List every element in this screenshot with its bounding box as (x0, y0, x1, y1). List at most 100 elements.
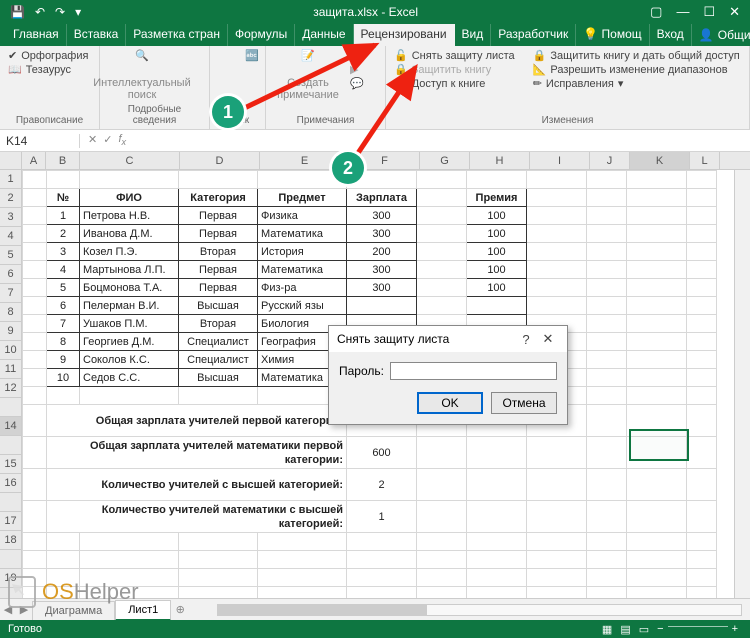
watermark: OSHelper (8, 576, 139, 608)
add-sheet-button[interactable]: ⊕ (171, 603, 189, 616)
column-headers: ABCDEFGHIJKL (0, 152, 750, 170)
new-comment-button[interactable]: 📝 Создать примечание (272, 49, 344, 101)
tab-developer[interactable]: Разработчик (491, 24, 576, 46)
row-header[interactable]: 10 (0, 341, 22, 360)
row-header[interactable] (0, 493, 22, 512)
zoom-slider[interactable] (668, 626, 728, 627)
tab-view[interactable]: Вид (455, 24, 492, 46)
ok-button[interactable]: OK (417, 392, 483, 414)
col-header-J[interactable]: J (590, 152, 630, 169)
protect-share-button[interactable]: 🔒 Защитить книгу и дать общий доступ (531, 49, 742, 62)
row-header[interactable]: 15 (0, 455, 22, 474)
row-header[interactable] (0, 398, 22, 417)
thesaurus-button[interactable]: 📖 Тезаурус (6, 63, 93, 76)
tab-review[interactable]: Рецензировани (354, 24, 455, 46)
dialog-help-icon[interactable]: ? (515, 332, 537, 347)
ribbon-tabs: Главная Вставка Разметка стран Формулы Д… (0, 24, 750, 46)
quick-access-toolbar: 💾 ↶ ↷ ▾ (0, 5, 81, 19)
dialog-close-icon[interactable]: ✕ (537, 331, 559, 347)
row-header[interactable]: 5 (0, 246, 22, 265)
tab-home[interactable]: Главная (6, 24, 67, 46)
vertical-scrollbar[interactable] (734, 170, 750, 612)
zoom-in-icon[interactable]: + (728, 623, 742, 635)
password-label: Пароль: (339, 364, 384, 378)
password-input[interactable] (390, 362, 557, 380)
tab-data[interactable]: Данные (295, 24, 353, 46)
redo-icon[interactable]: ↷ (55, 5, 65, 19)
col-header-K[interactable]: K (630, 152, 690, 169)
tell-me[interactable]: 💡 Помощ (576, 24, 649, 46)
tab-formulas[interactable]: Формулы (228, 24, 295, 46)
group-changes: 🔓 Снять защиту листа 🔒 Защитить книгу 👥 … (386, 46, 750, 129)
tab-insert[interactable]: Вставка (67, 24, 127, 46)
next-comment-button: ▶ (348, 63, 366, 76)
close-icon[interactable]: ✕ (729, 4, 740, 20)
prev-comment-button: ◀ (348, 49, 366, 62)
col-header-L[interactable]: L (690, 152, 720, 169)
protect-workbook-button[interactable]: 🔒 Защитить книгу (392, 63, 517, 76)
row-header[interactable]: 18 (0, 531, 22, 550)
col-header-C[interactable]: C (80, 152, 180, 169)
view-normal-icon[interactable]: ▦ (598, 623, 616, 636)
col-header-I[interactable]: I (530, 152, 590, 169)
share-button[interactable]: 👤 Общий доступ (692, 24, 750, 46)
track-changes-button[interactable]: ✏ Исправления ▾ (531, 77, 742, 90)
zoom-out-icon[interactable]: − (653, 623, 667, 635)
group-comments: 📝 Создать примечание ◀ ▶ 💬 Примечания (266, 46, 386, 129)
window-controls: ▢ — ☐ ✕ (650, 4, 750, 20)
row-header[interactable]: 2 (0, 189, 22, 208)
row-header[interactable] (0, 550, 22, 569)
new-comment-icon: 📝 (294, 49, 322, 77)
group-insights: 🔍 Интеллектуальный поиск Подробные сведе… (100, 46, 210, 129)
allow-edit-ranges-button: 📐 Разрешить изменение диапазонов (531, 63, 742, 76)
row-header[interactable]: 8 (0, 303, 22, 322)
name-box[interactable]: K14 (0, 134, 80, 148)
unprotect-sheet-button[interactable]: 🔓 Снять защиту листа (392, 49, 517, 62)
share-workbook-button[interactable]: 👥 Доступ к книге (392, 77, 517, 90)
group-proofing: ✔ Орфография 📖 Тезаурус Правописание (0, 46, 100, 129)
row-header[interactable]: 7 (0, 284, 22, 303)
minimize-icon[interactable]: — (676, 4, 689, 20)
group-title-comments: Примечания (272, 115, 379, 126)
col-header-D[interactable]: D (180, 152, 260, 169)
row-headers: 123456789101112141516171819 (0, 170, 22, 605)
show-comments-button: 💬 (348, 77, 366, 90)
row-header[interactable]: 12 (0, 379, 22, 398)
row-header[interactable]: 9 (0, 322, 22, 341)
col-header-A[interactable]: A (22, 152, 46, 169)
unprotect-sheet-dialog: Снять защиту листа ? ✕ Пароль: OK Отмена (328, 325, 568, 425)
tab-layout[interactable]: Разметка стран (126, 24, 228, 46)
save-icon[interactable]: 💾 (10, 5, 25, 19)
spelling-button[interactable]: ✔ Орфография (6, 49, 93, 62)
row-header[interactable]: 4 (0, 227, 22, 246)
ribbon: ✔ Орфография 📖 Тезаурус Правописание 🔍 И… (0, 46, 750, 130)
row-header[interactable]: 3 (0, 208, 22, 227)
ribbon-options-icon[interactable]: ▢ (650, 4, 662, 20)
horizontal-scrollbar[interactable] (217, 604, 742, 616)
select-all-corner[interactable] (0, 152, 22, 169)
view-pagebreak-icon[interactable]: ▭ (635, 623, 653, 636)
status-text: Готово (8, 623, 42, 635)
maximize-icon[interactable]: ☐ (703, 4, 715, 20)
dialog-title: Снять защиту листа (337, 332, 515, 346)
row-header[interactable]: 16 (0, 474, 22, 493)
row-header[interactable]: 1 (0, 170, 22, 189)
cancel-button[interactable]: Отмена (491, 392, 557, 414)
row-header[interactable]: 14 (0, 417, 22, 436)
row-header[interactable]: 6 (0, 265, 22, 284)
row-header[interactable]: 17 (0, 512, 22, 531)
row-header[interactable]: 11 (0, 360, 22, 379)
smart-lookup-button[interactable]: 🔍 Интеллектуальный поиск (106, 49, 178, 101)
sign-in[interactable]: Вход (650, 24, 692, 46)
col-header-H[interactable]: H (470, 152, 530, 169)
undo-icon[interactable]: ↶ (35, 5, 45, 19)
smart-lookup-icon: 🔍 (128, 49, 156, 77)
col-header-G[interactable]: G (420, 152, 470, 169)
view-layout-icon[interactable]: ▤ (616, 623, 634, 636)
fx-icon[interactable]: fx (118, 133, 126, 147)
cursor-icon (8, 576, 36, 608)
row-header[interactable] (0, 436, 22, 455)
col-header-B[interactable]: B (46, 152, 80, 169)
translate-icon: 🔤 (238, 49, 266, 77)
group-title-proofing: Правописание (6, 115, 93, 126)
